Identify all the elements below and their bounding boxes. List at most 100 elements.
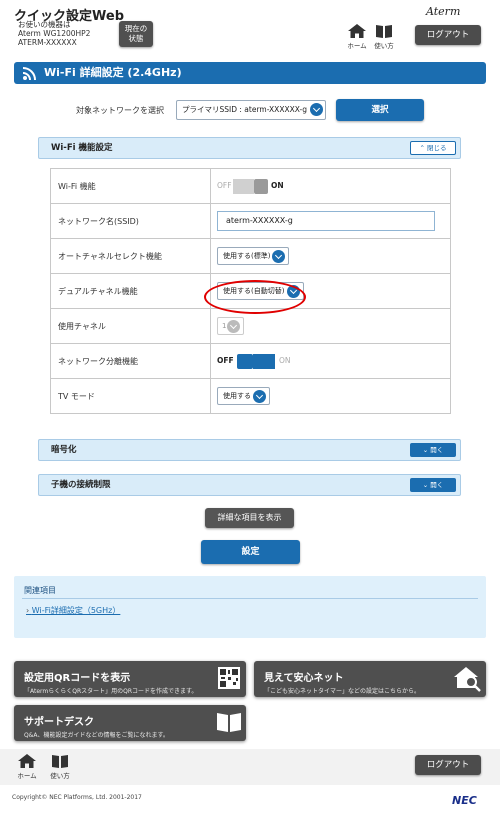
home-label: ホーム: [347, 42, 367, 50]
toggle-on-label: ON: [279, 355, 291, 365]
safe-card-desc: 「こども安心ネットタイマー」などの設定はこちらから。: [264, 688, 421, 695]
save-button[interactable]: 設定: [201, 540, 300, 564]
ssid-label: ネットワーク名(SSID): [50, 203, 211, 239]
wifi-function-toggle[interactable]: OFF ON: [217, 178, 284, 194]
isolation-label: ネットワーク分離機能: [50, 343, 211, 379]
network-select-value: プライマリSSID : aterm-XXXXXX-g: [182, 105, 307, 114]
device-name: ATERM-XXXXXX: [18, 38, 77, 47]
highlight-annotation: [204, 280, 306, 314]
current-status-button[interactable]: 現在の 状態: [119, 21, 153, 47]
toggle-off-label: OFF: [217, 180, 232, 190]
qr-code-card[interactable]: 設定用QRコードを表示 「AtermらくらくQRスタート」用のQRコードを作成で…: [14, 661, 246, 697]
chevron-down-icon: [310, 103, 323, 116]
related-link-label: Wi-Fi詳細設定（5GHz）: [31, 606, 121, 615]
related-items-box: 関連項目 › Wi-Fi詳細設定（5GHz）: [14, 576, 486, 638]
client-limit-section-header[interactable]: 子機の接続制限 ⌄ 開く: [38, 474, 461, 496]
network-select[interactable]: プライマリSSID : aterm-XXXXXX-g: [176, 100, 326, 120]
wifi-icon: [22, 67, 36, 81]
isolation-toggle[interactable]: OFF ON: [217, 353, 291, 369]
qr-card-title: 設定用QRコードを表示: [24, 673, 131, 684]
table-row: ネットワーク名(SSID) aterm-XXXXXX-g: [50, 203, 451, 239]
qr-card-desc: 「AtermらくらくQRスタート」用のQRコードを作成できます。: [24, 688, 198, 695]
related-link-5ghz[interactable]: › Wi-Fi詳細設定（5GHz）: [26, 605, 120, 616]
chevron-down-icon: ⌄: [422, 446, 429, 454]
open-label: 開く: [430, 481, 444, 489]
safe-card-title: 見えて安心ネット: [264, 673, 344, 684]
select-network-button[interactable]: 選択: [336, 99, 424, 121]
home-icon: [348, 24, 366, 38]
auto-channel-value: 使用する(標準): [223, 252, 271, 260]
wifi-section-close-button[interactable]: ⌃ 閉じる: [410, 141, 456, 155]
support-card-desc: Q&A、機能設定ガイドなどの情報をご覧になれます。: [24, 732, 169, 739]
home-icon: [18, 754, 36, 768]
page-title-bar: Wi-Fi 詳細設定 (2.4GHz): [14, 62, 486, 84]
encryption-section-title: 暗号化: [51, 445, 77, 455]
toggle-off-label: OFF: [217, 355, 234, 365]
support-card-title: サポートデスク: [24, 717, 94, 728]
footer-home-button[interactable]: ホーム: [14, 754, 40, 780]
table-row: Wi-Fi 機能 OFF ON: [50, 168, 451, 204]
toggle-knob: [254, 178, 268, 194]
footer-home-label: ホーム: [17, 772, 37, 780]
book-icon: [376, 25, 392, 38]
table-row: TV モード 使用する: [50, 378, 451, 414]
chevron-down-icon: [227, 320, 240, 333]
book-icon: [217, 713, 241, 732]
channel-label: 使用チャネル: [50, 308, 211, 344]
status-button-line1: 現在の: [124, 24, 148, 33]
show-details-button[interactable]: 詳細な項目を表示: [205, 508, 294, 528]
ssid-input[interactable]: aterm-XXXXXX-g: [217, 211, 435, 231]
related-heading: 関連項目: [24, 586, 56, 595]
client-limit-section-title: 子機の接続制限: [51, 480, 111, 490]
tv-mode-label: TV モード: [50, 378, 211, 414]
auto-channel-label: オートチャネルセレクト機能: [50, 238, 211, 274]
chevron-down-icon: ⌄: [422, 481, 429, 489]
toggle-on-label: ON: [271, 180, 284, 190]
footer-logout-button[interactable]: ログアウト: [415, 755, 481, 775]
help-label: 使い方: [374, 42, 394, 50]
footer-help-label: 使い方: [50, 772, 70, 780]
toggle-track: [233, 178, 254, 194]
book-icon: [52, 755, 68, 768]
tv-mode-value: 使用する: [223, 392, 251, 400]
encryption-section-header[interactable]: 暗号化 ⌄ 開く: [38, 439, 461, 461]
channel-value: 1: [222, 322, 227, 330]
auto-channel-select[interactable]: 使用する(標準): [217, 247, 289, 265]
page-title: Wi-Fi 詳細設定 (2.4GHz): [44, 66, 182, 79]
tv-mode-select[interactable]: 使用する: [217, 387, 270, 405]
divider: [22, 598, 478, 599]
nec-logo: NEC: [452, 794, 477, 807]
dual-channel-label: デュアルチャネル機能: [50, 273, 211, 309]
house-search-icon: [454, 667, 481, 692]
encryption-open-button[interactable]: ⌄ 開く: [410, 443, 456, 457]
footer-help-button[interactable]: 使い方: [47, 754, 73, 780]
channel-select[interactable]: 1: [217, 317, 244, 335]
help-button[interactable]: 使い方: [372, 24, 396, 50]
aterm-logo: Aterm: [426, 5, 461, 18]
header: クイック設定Web お使いの機器は Aterm WG1200HP2 ATERM-…: [0, 0, 500, 56]
open-label: 開く: [430, 446, 444, 454]
toggle-track: [253, 353, 275, 369]
chevron-down-icon: [253, 390, 266, 403]
chevron-down-icon: [272, 250, 285, 263]
table-row: オートチャネルセレクト機能 使用する(標準): [50, 238, 451, 274]
wifi-section-header: Wi-Fi 機能設定 ⌃ 閉じる: [38, 137, 461, 159]
client-limit-open-button[interactable]: ⌄ 開く: [410, 478, 456, 492]
safe-net-card[interactable]: 見えて安心ネット 「こども安心ネットタイマー」などの設定はこちらから。: [254, 661, 486, 697]
home-button[interactable]: ホーム: [345, 24, 369, 50]
table-row: ネットワーク分離機能 OFF ON: [50, 343, 451, 379]
support-desk-card[interactable]: サポートデスク Q&A、機能設定ガイドなどの情報をご覧になれます。: [14, 705, 246, 741]
copyright: Copyright© NEC Platforms, Ltd. 2001-2017: [12, 794, 142, 801]
footer-nav: ホーム 使い方 ログアウト: [0, 749, 500, 785]
toggle-knob: [237, 353, 253, 369]
device-model: Aterm WG1200HP2: [18, 29, 91, 38]
device-caption: お使いの機器は: [18, 20, 71, 29]
qr-code-icon: [218, 667, 240, 689]
wifi-section-title: Wi-Fi 機能設定: [51, 143, 113, 153]
status-button-line2: 状態: [128, 34, 144, 43]
network-select-label: 対象ネットワークを選択: [76, 106, 164, 115]
close-label: 閉じる: [427, 144, 447, 152]
logout-button[interactable]: ログアウト: [415, 25, 481, 45]
chevron-up-icon: ⌃: [419, 144, 425, 152]
wifi-function-label: Wi-Fi 機能: [50, 168, 211, 204]
